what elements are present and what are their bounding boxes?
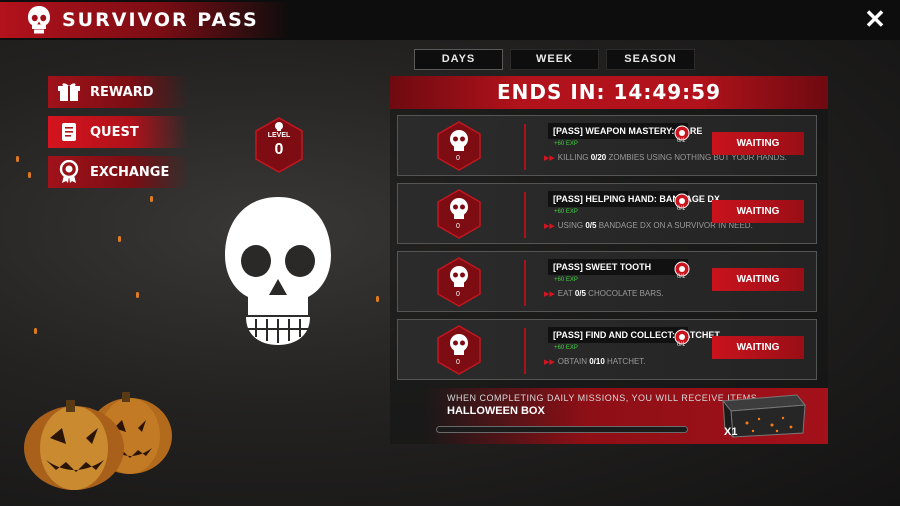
quest-description: ▶▶ EAT 0/5 CHOCOLATE BARS. bbox=[544, 289, 664, 298]
skull-icon bbox=[275, 122, 283, 131]
quest-desc-prefix: USING bbox=[557, 221, 586, 230]
quest-exp: +60 EXP bbox=[554, 345, 578, 351]
quest-desc-suffix: CHOCOLATE BARS. bbox=[585, 289, 664, 298]
quest-progress: 0/1 bbox=[677, 342, 686, 348]
level-badge: LEVEL 0 bbox=[254, 117, 304, 173]
quest-desc-count: 0/5 bbox=[585, 221, 597, 230]
tab-season[interactable]: SEASON bbox=[606, 49, 695, 70]
quest-progress: 0/1 bbox=[677, 206, 686, 212]
ember-decoration bbox=[16, 156, 19, 162]
quest-desc-suffix: HATCHET. bbox=[604, 357, 646, 366]
arrow-icon: ▶▶ bbox=[544, 223, 555, 230]
quest-hex-value: 0 bbox=[456, 155, 460, 162]
ember-decoration bbox=[28, 172, 31, 178]
quest-exp: +60 EXP bbox=[554, 277, 578, 283]
arrow-icon: ▶▶ bbox=[544, 291, 555, 298]
waiting-button[interactable]: WAITING bbox=[712, 268, 804, 291]
quest-progress: 0/1 bbox=[677, 138, 686, 144]
ember-decoration bbox=[136, 292, 139, 298]
waiting-button[interactable]: WAITING bbox=[712, 200, 804, 223]
badge-icon bbox=[56, 160, 82, 184]
skull-hex-icon bbox=[437, 257, 481, 307]
divider bbox=[524, 192, 526, 238]
close-button[interactable]: ✕ bbox=[862, 6, 888, 32]
quest-desc-prefix: EAT bbox=[557, 289, 575, 298]
quest-card: 0 [PASS] WEAPON MASTERY: BARE +60 EXP ▶▶… bbox=[397, 115, 817, 176]
reward-quantity: X1 bbox=[724, 426, 738, 438]
quest-desc-prefix: OBTAIN bbox=[557, 357, 590, 366]
quest-exp: +60 EXP bbox=[554, 209, 578, 215]
ember-decoration bbox=[118, 236, 121, 242]
tab-days[interactable]: DAYS bbox=[414, 49, 503, 70]
quest-desc-count: 0/20 bbox=[590, 153, 607, 162]
reward-progress-bar bbox=[436, 426, 688, 433]
ember-decoration bbox=[150, 196, 153, 202]
reward-name: HALLOWEEN BOX bbox=[447, 405, 545, 417]
quest-hex-value: 0 bbox=[456, 223, 460, 230]
ember-decoration bbox=[34, 328, 37, 334]
menu-item-exchange[interactable]: EXCHANGE bbox=[48, 156, 188, 188]
menu-item-label: QUEST bbox=[90, 124, 139, 140]
quest-desc-count: 0/10 bbox=[589, 357, 605, 366]
arrow-icon: ▶▶ bbox=[544, 155, 555, 162]
waiting-button[interactable]: WAITING bbox=[712, 336, 804, 359]
quest-desc-count: 0/5 bbox=[574, 289, 586, 298]
quest-title: [PASS] WEAPON MASTERY: BARE bbox=[548, 123, 702, 139]
divider bbox=[524, 260, 526, 306]
quest-exp: +60 EXP bbox=[554, 141, 578, 147]
title-bar: SURVIVOR PASS bbox=[0, 2, 290, 38]
skull-icon bbox=[28, 6, 50, 34]
divider bbox=[524, 124, 526, 170]
quest-desc-prefix: KILLING bbox=[557, 153, 591, 162]
gift-icon bbox=[56, 80, 82, 104]
level-value: 0 bbox=[274, 141, 284, 158]
menu-item-label: REWARD bbox=[90, 84, 154, 100]
skull-icon bbox=[225, 197, 331, 345]
ember-decoration bbox=[376, 296, 379, 302]
arrow-icon: ▶▶ bbox=[544, 359, 555, 366]
menu-item-reward[interactable]: REWARD bbox=[48, 76, 188, 108]
menu-item-label: EXCHANGE bbox=[90, 164, 170, 180]
menu-item-quest[interactable]: QUEST bbox=[48, 116, 188, 148]
quest-hex-value: 0 bbox=[456, 359, 460, 366]
page-title: SURVIVOR PASS bbox=[62, 9, 259, 31]
quest-title: [PASS] HELPING HAND: BANDAGE DX bbox=[548, 191, 720, 207]
quest-card: 0 [PASS] HELPING HAND: BANDAGE DX +60 EX… bbox=[397, 183, 817, 244]
scroll-icon bbox=[56, 120, 82, 144]
quest-description: ▶▶ OBTAIN 0/10 HATCHET. bbox=[544, 357, 646, 366]
divider bbox=[524, 328, 526, 374]
skull-hex-icon bbox=[437, 325, 481, 375]
level-label: LEVEL bbox=[267, 132, 291, 139]
quest-card: 0 [PASS] SWEET TOOTH +60 EXP ▶▶ EAT 0/5 C… bbox=[397, 251, 817, 312]
quest-hex-value: 0 bbox=[456, 291, 460, 298]
skull-hex-icon bbox=[437, 189, 481, 239]
quest-card: 0 [PASS] FIND AND COLLECT: HATCHET +60 E… bbox=[397, 319, 817, 380]
period-tabs: DAYS WEEK SEASON bbox=[414, 49, 695, 70]
quest-progress: 0/1 bbox=[677, 274, 686, 280]
waiting-button[interactable]: WAITING bbox=[712, 132, 804, 155]
timer-banner: ENDS IN: 14:49:59 bbox=[390, 76, 828, 109]
quest-title: [PASS] SWEET TOOTH bbox=[548, 259, 688, 275]
quest-title: [PASS] FIND AND COLLECT: HATCHET bbox=[548, 327, 720, 343]
pumpkin-decoration bbox=[24, 392, 172, 490]
reward-info-text: WHEN COMPLETING DAILY MISSIONS, YOU WILL… bbox=[447, 393, 761, 403]
tab-week[interactable]: WEEK bbox=[510, 49, 599, 70]
skull-hex-icon bbox=[437, 121, 481, 171]
